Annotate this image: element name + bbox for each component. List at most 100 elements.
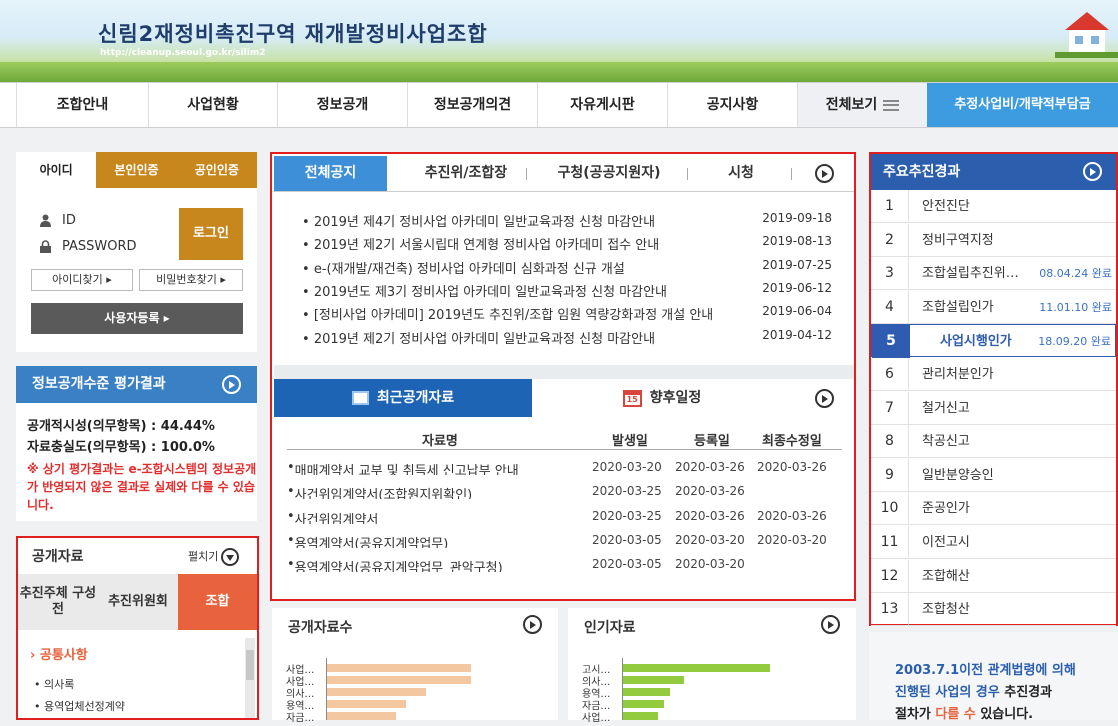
tab-district-office[interactable]: 구청(공공지원자) [544,156,674,191]
notice-row[interactable]: • 2019년 제2기 정비사업 아카데미 일반교육과정 신청 마감안내 2019… [302,328,832,348]
nav-item-notices[interactable]: 공지사항 [667,83,797,127]
progress-row[interactable]: 1 안전진단 [871,190,1116,223]
col-mod: 최종수정일 [762,434,822,449]
progress-step-name: 안전진단 [922,199,970,214]
nav-estimated-cost[interactable]: 추정사업비/개략적부담금 [927,83,1118,127]
table-row[interactable]: • 용역계약서(공유지계약업무) 2020-03-05 2020-03-20 2020… [287,533,842,553]
progress-step-number: 8 [871,425,909,459]
eval-timeliness: 공개적시성(의무항목) : 44.44% [27,419,215,434]
notice-row[interactable]: • 2019년 제4기 정비사업 아카데미 일반교육과정 신청 마감안내 2019… [302,211,832,231]
tab-committee-head[interactable]: 추진위/조합장 [397,156,535,191]
bar [622,676,684,684]
list-item[interactable]: • 용역업체선정계약 [34,698,125,714]
progress-step-number: 5 [872,325,910,359]
password-field[interactable]: PASSWORD [32,235,194,259]
more-arrow-icon[interactable] [815,389,834,408]
progress-step-number: 10 [871,492,909,526]
notice-title: • 2019년 제2기 정비사업 아카데미 일반교육과정 신청 마감안내 [302,332,656,347]
tab-upcoming-schedule[interactable]: 15 향후일정 [532,379,792,417]
find-password-button[interactable]: 비밀번호찾기 ▸ [139,269,243,291]
progress-row[interactable]: 11 이전고시 [871,526,1116,559]
progress-header[interactable]: 주요추진경과 [871,154,1116,190]
more-arrow-icon[interactable] [523,615,542,634]
progress-step-number: 1 [871,190,909,223]
eval-title: 정보공개수준 평가결과 [32,376,166,392]
progress-row[interactable]: 2 정비구역지정 [871,223,1116,257]
lock-icon [40,240,51,253]
progress-row[interactable]: 9 일반분양승인 [871,458,1116,492]
nav-view-all[interactable]: 전체보기 [797,83,927,127]
find-id-label: 아이디찾기 [52,273,103,286]
site-title[interactable]: 신림2재정비촉진구역 재개발정비사업조합 [98,18,488,48]
tab-city-hall[interactable]: 시청 [704,156,778,191]
progress-panel: 주요추진경과 1 안전진단 2 정비구역지정 3 조합설립추진위원회승인 08.04.24 … [869,152,1118,627]
view-all-label: 전체보기 [825,97,878,113]
eval-header[interactable]: 정보공개수준 평가결과 [16,366,257,403]
notice-row[interactable]: • [정비사업 아카데미] 2019년도 추진위/조합 임원 역량강화과정 개설… [302,304,832,324]
site-url: http://cleanup.seoul.go.kr/silim2 [100,48,266,58]
tab-all-notices[interactable]: 전체공지 [274,156,387,191]
tab-promotion-committee[interactable]: 추진위원회 [98,574,178,630]
table-row[interactable]: • 사건위임계약서 2020-03-25 2020-03-26 2020-03-26 [287,509,842,529]
notice-row[interactable]: • 2019년도 제3기 정비사업 아카데미 일반교육과정 신청 마감안내 201… [302,281,832,301]
scrollbar-thumb[interactable] [246,650,254,680]
signup-button[interactable]: 사용자등록 ▸ [31,303,243,334]
id-field[interactable]: ID [32,209,194,233]
row-name: • 사건위임계약서 [287,509,379,524]
more-arrow-icon[interactable] [815,164,834,183]
password-placeholder: PASSWORD [62,239,137,254]
tab-pre-formation[interactable]: 추진주체 구성 전 [18,574,98,630]
nav-item-info-disclosure[interactable]: 정보공개 [277,83,407,127]
row-reg: 2020-03-26 [675,460,745,474]
count-title: 공개자료수 [288,620,353,636]
tab-self-auth[interactable]: 본인인증 [96,152,177,188]
notice-date: 2019-07-25 [762,258,832,272]
login-button[interactable]: 로그인 [179,208,243,260]
nav-item-business-status[interactable]: 사업현황 [148,83,277,127]
find-id-button[interactable]: 아이디찾기 ▸ [31,269,133,291]
tab-id-login[interactable]: 아이디 [16,152,97,188]
progress-row[interactable]: 8 착공신고 [871,425,1116,459]
progress-row[interactable]: 10 준공인가 [871,492,1116,526]
nav-item-association[interactable]: 조합안내 [16,83,148,127]
progress-step-number: 9 [871,458,909,492]
progress-row[interactable]: 6 관리처분인가 [871,358,1116,391]
eval-body: 공개적시성(의무항목) : 44.44% 자료충실도(의무항목) : 100.0… [16,403,257,521]
notice-row[interactable]: • e-(재개발/재건축) 정비사업 아카데미 심화과정 신규 개설 2019-0… [302,258,832,278]
list-item[interactable]: • 의사록 [34,676,74,692]
progress-step-number: 2 [871,223,909,257]
law-line2b: 추진경과 [1004,685,1053,700]
notice-row[interactable]: • 2019년 제2기 서울시립대 연계형 정비사업 아카데미 접수 안내 201… [302,234,832,254]
more-arrow-icon[interactable] [821,615,840,634]
progress-step-name: 철거신고 [922,400,970,416]
more-arrow-icon[interactable] [222,375,241,394]
common-section[interactable]: › 공통사항 [30,644,88,663]
progress-row[interactable]: 13 조합청산 [871,593,1116,627]
table-row[interactable]: • 매매계약서 교부 및 취득세 신고납부 안내 2020-03-20 2020-0… [287,460,842,480]
progress-step-name: 사업시행인가 [940,334,1012,350]
popular-data-box: 인기자료 고시… 의사… 용역… 자금… 사업… [568,608,856,724]
col-name: 자료명 [422,434,458,449]
progress-row[interactable]: 12 조합해산 [871,559,1116,593]
expand-button[interactable]: 펼치기 [188,548,240,566]
progress-row[interactable]: 3 조합설립추진위원회승인 08.04.24 완료 [871,257,1116,291]
progress-row[interactable]: 7 철거신고 [871,391,1116,425]
tab-cert-auth[interactable]: 공인인증 [176,152,257,188]
tab-association[interactable]: 조합 [178,574,257,630]
progress-row[interactable]: 4 조합설립인가 11.01.10 완료 [871,290,1116,324]
nav-item-disclosure-opinion[interactable]: 정보공개의견 [407,83,537,127]
bar-label: 사업… [582,713,611,724]
tab-recent-disclosures[interactable]: 최근공개자료 [274,379,532,417]
table-row[interactable]: • 용역계약서(공유지계약업무_관악구청) 2020-03-05 2020-03-2… [287,557,842,577]
table-row[interactable]: • 사건위임계약서(조합원지위확인) 2020-03-25 2020-03-26 [287,484,842,504]
progress-row[interactable]: 5 사업시행인가 18.09.20 완료 [871,324,1116,359]
user-icon [40,214,51,227]
notice-date: 2019-09-18 [762,211,832,225]
progress-step-number: 7 [871,391,909,425]
bar-label: 자금… [286,713,315,724]
more-arrow-icon[interactable] [1083,162,1102,181]
progress-step-name: 이전고시 [922,535,970,550]
nav-item-free-board[interactable]: 자유게시판 [537,83,667,127]
scrollbar[interactable] [245,638,255,718]
notice-date: 2019-06-12 [762,281,832,295]
